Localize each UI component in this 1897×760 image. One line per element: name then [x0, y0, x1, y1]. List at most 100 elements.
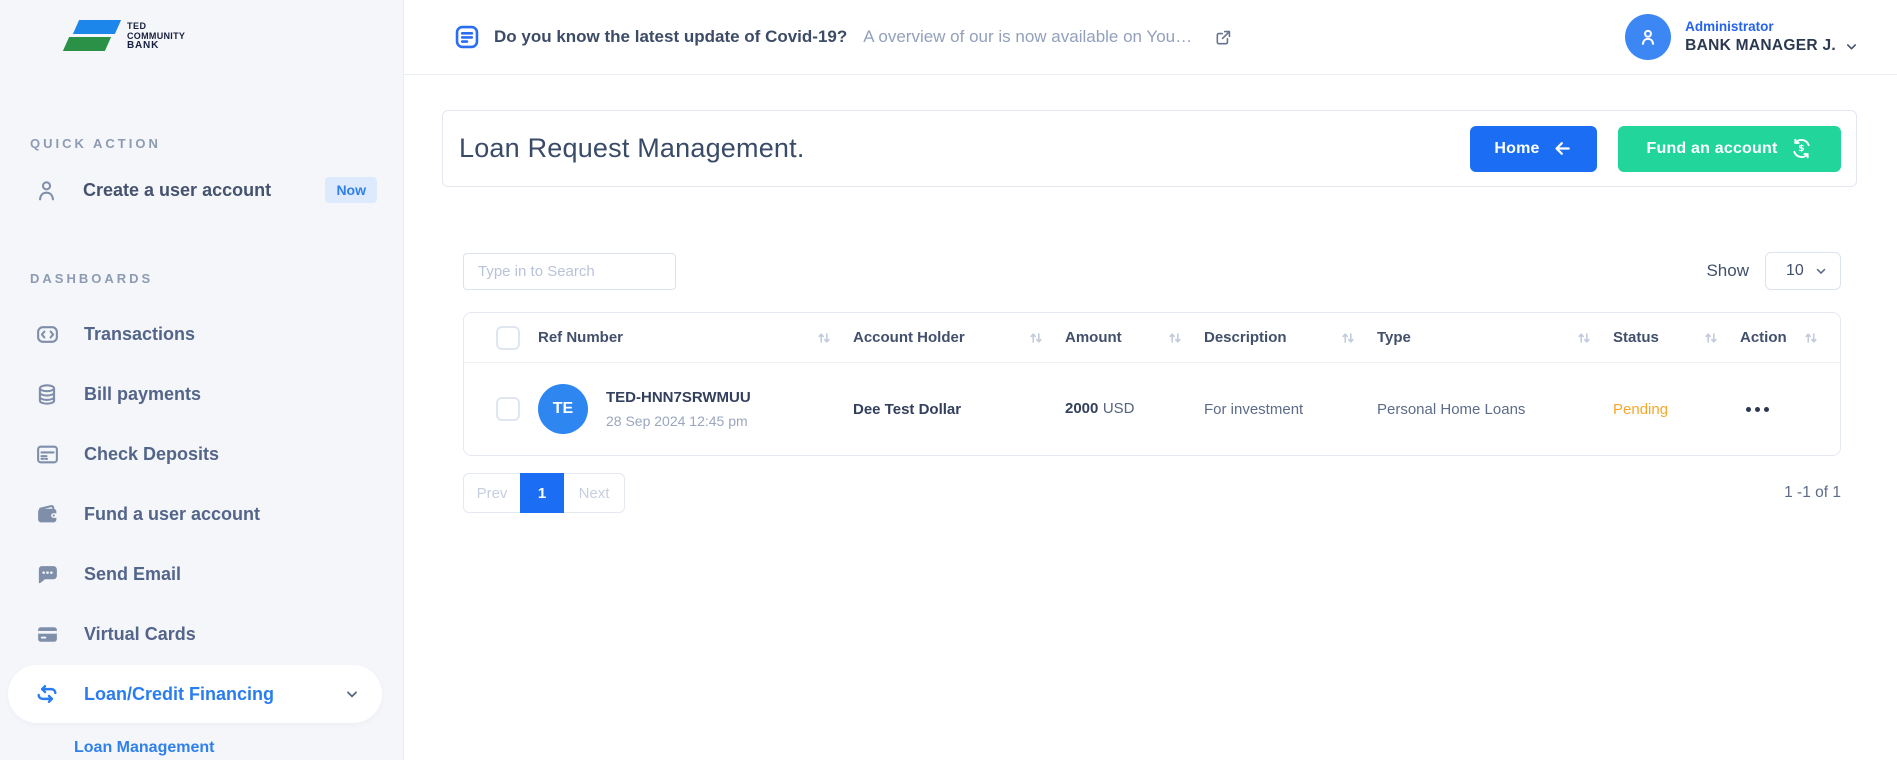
row-checkbox[interactable]	[496, 397, 520, 421]
status-badge: Pending	[1613, 401, 1740, 418]
home-button-label: Home	[1494, 140, 1539, 158]
bank-logo[interactable]: TED COMMUNITY BANK	[64, 18, 403, 54]
amount-cell: 2000 USD	[1065, 400, 1204, 418]
chevron-down-icon	[1814, 264, 1828, 278]
sidebar: TED COMMUNITY BANK QUICK ACTION Create a…	[0, 0, 404, 760]
row-avatar: TE	[538, 384, 588, 434]
currency: USD	[1103, 400, 1135, 417]
loan-credit-icon	[34, 681, 60, 707]
send-email-icon	[34, 562, 60, 587]
loan-requests-table: Ref Number Account Holder	[463, 312, 1841, 456]
sort-icon[interactable]	[1341, 331, 1355, 345]
svg-text:$: $	[1798, 144, 1805, 154]
menu-label-transactions: Transactions	[84, 324, 195, 345]
sidebar-item-bill-payments[interactable]: Bill payments	[0, 364, 403, 424]
main-area: Do you know the latest update of Covid-1…	[404, 0, 1897, 760]
description-cell: For investment	[1204, 401, 1377, 418]
sidebar-item-virtual-cards[interactable]: Virtual Cards	[0, 604, 403, 664]
column-header-description[interactable]: Description	[1204, 329, 1377, 346]
dashboards-label: DASHBOARDS	[0, 271, 403, 286]
select-all-checkbox[interactable]	[496, 326, 520, 350]
home-button[interactable]: Home	[1470, 126, 1597, 172]
table-row: TE TED-HNN7SRWMUU 28 Sep 2024 12:45 pm D…	[464, 363, 1840, 455]
column-header-action[interactable]: Action	[1740, 329, 1840, 346]
table-toolbar: Show 10	[463, 252, 1841, 290]
show-select-value: 10	[1786, 262, 1804, 280]
pagination-prev-button[interactable]: Prev	[463, 473, 520, 513]
sync-dollar-icon: $	[1790, 137, 1813, 160]
fund-button-label: Fund an account	[1647, 140, 1778, 158]
type-cell: Personal Home Loans	[1377, 401, 1613, 418]
sidebar-item-fund-user-account[interactable]: Fund a user account	[0, 484, 403, 544]
sort-icon[interactable]	[817, 331, 831, 345]
account-holder-cell: Dee Test Dollar	[853, 401, 1065, 418]
bill-payments-icon	[34, 382, 60, 407]
show-label: Show	[1706, 261, 1749, 281]
covid-notice[interactable]: Do you know the latest update of Covid-1…	[454, 24, 1233, 50]
chevron-down-icon	[1844, 39, 1859, 54]
table-zone: Show 10	[463, 252, 1841, 513]
user-menu[interactable]: Administrator BANK MANAGER J.	[1625, 14, 1859, 60]
fund-account-icon	[34, 502, 60, 527]
search-input[interactable]	[463, 253, 676, 290]
pagination-row: Prev 1 Next 1 -1 of 1	[463, 473, 1841, 513]
transactions-icon	[34, 322, 60, 347]
bank-logo-icon	[64, 18, 120, 54]
menu-label-send-email: Send Email	[84, 564, 181, 585]
sidebar-subitem-loan-management[interactable]: Loan Management	[0, 725, 403, 760]
show-select[interactable]: 10	[1765, 252, 1841, 290]
column-header-status[interactable]: Status	[1613, 329, 1740, 346]
ref-number: TED-HNN7SRWMUU	[606, 389, 751, 406]
table-header-row: Ref Number Account Holder	[464, 313, 1840, 363]
page-title: Loan Request Management.	[459, 133, 805, 164]
fund-account-button[interactable]: Fund an account $	[1618, 126, 1841, 172]
sidebar-item-send-email[interactable]: Send Email	[0, 544, 403, 604]
avatar	[1625, 14, 1671, 60]
menu-label-virtual-cards: Virtual Cards	[84, 624, 196, 645]
quick-action-label: QUICK ACTION	[0, 136, 403, 151]
page-title-card: Loan Request Management. Home Fund an ac…	[442, 110, 1857, 187]
sort-icon[interactable]	[1704, 331, 1718, 345]
topbar: Do you know the latest update of Covid-1…	[404, 0, 1897, 75]
check-deposits-icon	[34, 442, 60, 467]
create-account-label: Create a user account	[83, 180, 271, 201]
sidebar-menu: Transactions Bill payments	[0, 304, 403, 760]
ref-date: 28 Sep 2024 12:45 pm	[606, 413, 751, 429]
menu-label-bill-payments: Bill payments	[84, 384, 201, 405]
virtual-cards-icon	[34, 622, 60, 647]
announcement-icon	[454, 24, 480, 50]
row-actions-menu[interactable]	[1740, 407, 1840, 412]
now-badge: Now	[325, 177, 377, 203]
brand-line1: TED	[127, 21, 185, 31]
sidebar-item-transactions[interactable]: Transactions	[0, 304, 403, 364]
column-header-ref-number[interactable]: Ref Number	[538, 329, 853, 346]
pagination: Prev 1 Next	[463, 473, 625, 513]
sort-icon[interactable]	[1804, 331, 1818, 345]
chevron-down-icon	[344, 686, 360, 702]
app-window: TED COMMUNITY BANK QUICK ACTION Create a…	[0, 0, 1897, 760]
content: Loan Request Management. Home Fund an ac…	[404, 75, 1897, 760]
sidebar-item-loan-credit-financing[interactable]: Loan/Credit Financing	[8, 665, 382, 723]
brand-line3: BANK	[127, 41, 185, 51]
user-role: Administrator	[1685, 19, 1859, 34]
sidebar-item-check-deposits[interactable]: Check Deposits	[0, 424, 403, 484]
notice-bold-text: Do you know the latest update of Covid-1…	[494, 27, 847, 47]
sort-icon[interactable]	[1029, 331, 1043, 345]
menu-label-loan-credit-financing: Loan/Credit Financing	[84, 684, 274, 705]
menu-label-fund-user-account: Fund a user account	[84, 504, 260, 525]
sort-icon[interactable]	[1168, 331, 1182, 345]
pagination-next-button[interactable]: Next	[564, 473, 625, 513]
arrow-left-icon	[1552, 138, 1573, 159]
column-header-amount[interactable]: Amount	[1065, 329, 1204, 346]
person-icon	[34, 178, 59, 203]
user-name: BANK MANAGER J.	[1685, 37, 1836, 55]
column-header-account-holder[interactable]: Account Holder	[853, 329, 1065, 346]
pagination-info: 1 -1 of 1	[1784, 484, 1841, 502]
sort-icon[interactable]	[1577, 331, 1591, 345]
sidebar-item-create-user-account[interactable]: Create a user account Now	[0, 173, 403, 207]
column-header-type[interactable]: Type	[1377, 329, 1613, 346]
pagination-page-1[interactable]: 1	[520, 473, 564, 513]
menu-label-check-deposits: Check Deposits	[84, 444, 219, 465]
external-link-icon[interactable]	[1214, 28, 1233, 47]
notice-rest-text: A overview of our is now available on Yo…	[863, 27, 1192, 47]
